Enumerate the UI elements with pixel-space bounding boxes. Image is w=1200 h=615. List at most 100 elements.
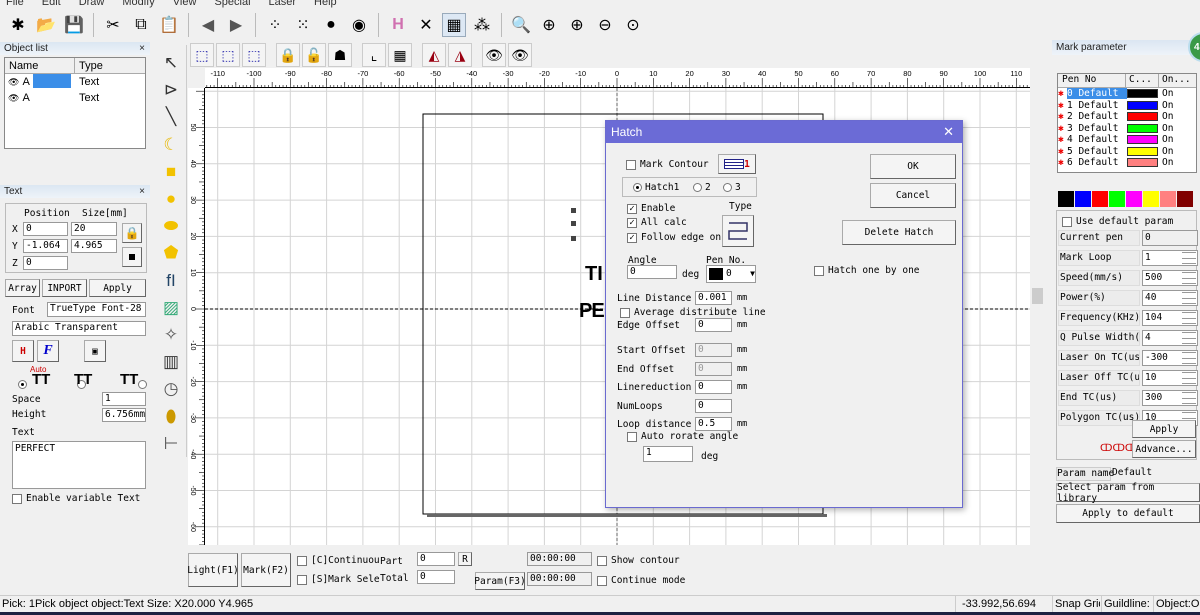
auto-rotate-checkbox[interactable]: Auto rorate angle: [627, 431, 738, 442]
mirror-horizontal-button[interactable]: ◭: [422, 43, 446, 67]
pen-color-button[interactable]: ▦: [388, 43, 412, 67]
group-select-button[interactable]: ⬚: [190, 43, 214, 67]
pen-row[interactable]: ✱ 2 Default On: [1058, 111, 1196, 123]
eye-show-button[interactable]: 👁: [482, 43, 506, 67]
pen-row[interactable]: ✱ 6 Default On: [1058, 157, 1196, 169]
zoom-in-button[interactable]: ⊕: [537, 13, 561, 37]
position-y-input[interactable]: -1.064: [23, 239, 68, 253]
paste-button[interactable]: 📋: [157, 13, 181, 37]
canvas-text-object[interactable]: TI: [585, 263, 603, 286]
font-type-select[interactable]: TrueType Font-28: [47, 302, 146, 317]
line-distance-input[interactable]: 0.001: [695, 291, 732, 305]
line-tool[interactable]: ╲: [159, 105, 183, 129]
close-icon[interactable]: ×: [139, 42, 145, 55]
selection-handle[interactable]: [571, 208, 576, 213]
column-header-name[interactable]: Name: [5, 58, 75, 73]
spacing-width-radio[interactable]: [138, 379, 148, 389]
enable-checkbox[interactable]: ✓ Enable: [627, 203, 675, 214]
q-pulse-width-n-input[interactable]: 4: [1142, 330, 1198, 346]
close-icon[interactable]: ✕: [943, 121, 954, 143]
import-button[interactable]: INPORT: [42, 279, 87, 297]
ellipse-tool[interactable]: ⬬: [159, 214, 183, 238]
column-header-on[interactable]: On...: [1159, 74, 1191, 87]
unlock-all-button[interactable]: ☗: [328, 43, 352, 67]
io-signal-tool[interactable]: ⬮: [159, 405, 183, 429]
edit-node-tool[interactable]: ⊳: [159, 78, 183, 102]
circle-tool[interactable]: ●: [159, 187, 183, 211]
palette-color-swatch[interactable]: [1126, 191, 1142, 207]
spinner-arrows[interactable]: [1182, 332, 1196, 344]
horizontal-scrollbar[interactable]: [205, 545, 1030, 551]
column-header-pen[interactable]: Pen No: [1058, 74, 1126, 87]
hatch3-radio[interactable]: 3: [723, 182, 741, 193]
linereduction-input[interactable]: 0: [695, 380, 732, 394]
coordinate-button[interactable]: ⌞: [362, 43, 386, 67]
font-button[interactable]: F: [37, 340, 59, 362]
pen-on-status[interactable]: On: [1162, 88, 1173, 99]
menu-laser[interactable]: Laser: [269, 0, 297, 8]
menu-edit[interactable]: Edit: [42, 0, 61, 8]
spacing-auto-radio[interactable]: [18, 379, 27, 389]
mirror-vertical-button[interactable]: ◮: [448, 43, 472, 67]
object-row[interactable]: 👁 A Text: [5, 90, 145, 106]
rectangle-tool[interactable]: ■: [159, 160, 183, 184]
power--input[interactable]: 40: [1142, 290, 1198, 306]
edge-offset-input[interactable]: 0: [695, 318, 732, 332]
numloops-input[interactable]: 0: [695, 399, 732, 413]
font-name-select[interactable]: Arabic Transparent: [12, 321, 146, 336]
combine-button[interactable]: ●: [319, 13, 343, 37]
menu-draw[interactable]: Draw: [79, 0, 105, 8]
save-button[interactable]: 💾: [62, 13, 86, 37]
spinner-arrows[interactable]: [1182, 352, 1196, 364]
node-sort-button[interactable]: ⁂: [470, 13, 494, 37]
pen-on-status[interactable]: On: [1162, 123, 1173, 134]
end-tc-us--input[interactable]: 300: [1142, 390, 1198, 406]
show-contour-checkbox[interactable]: Show contour: [597, 555, 680, 566]
close-icon[interactable]: ×: [139, 185, 145, 198]
tools-button[interactable]: ✕: [414, 13, 438, 37]
hatch1-radio[interactable]: Hatch1: [633, 182, 679, 193]
current-pen-input[interactable]: 0: [1142, 230, 1198, 246]
light-button[interactable]: Light(F1): [187, 553, 239, 587]
column-header-type[interactable]: Type: [75, 58, 103, 73]
size-y-input[interactable]: 4.965: [71, 239, 117, 253]
barcode-tool[interactable]: ▥: [159, 350, 183, 374]
apply-to-default-button[interactable]: Apply to default: [1056, 504, 1200, 523]
select-node-button[interactable]: ⁘: [263, 13, 287, 37]
menu-view[interactable]: View: [173, 0, 197, 8]
unlock-button[interactable]: 🔓: [302, 43, 326, 67]
size-x-input[interactable]: 20: [71, 222, 117, 236]
frequency-khz--input[interactable]: 104: [1142, 310, 1198, 326]
pen-select[interactable]: 0 ▼: [706, 265, 756, 283]
uncombine-button[interactable]: ◉: [347, 13, 371, 37]
palette-color-swatch[interactable]: [1092, 191, 1108, 207]
select-arrow-tool[interactable]: ↖: [159, 51, 183, 75]
zoom-in-2-button[interactable]: ⊕: [565, 13, 589, 37]
select-center-button[interactable]: ⬚: [242, 43, 266, 67]
mark-contour-checkbox[interactable]: Mark Contour: [626, 159, 709, 170]
polygon-tool[interactable]: ⬟: [159, 241, 183, 265]
palette-color-swatch[interactable]: [1177, 191, 1193, 207]
spinner-arrows[interactable]: [1182, 372, 1196, 384]
enable-variable-text-checkbox[interactable]: Enable variable Text: [12, 493, 140, 504]
laser-on-tc-us--input[interactable]: -300: [1142, 350, 1198, 366]
laser-off-tc-us-input[interactable]: 10: [1142, 370, 1198, 386]
position-z-input[interactable]: 0: [23, 256, 68, 270]
spinner-arrows[interactable]: [1182, 292, 1196, 304]
menu-help[interactable]: Help: [314, 0, 337, 8]
height-input[interactable]: 6.756mm: [102, 408, 146, 422]
lock-ratio-button[interactable]: 🔒: [122, 223, 142, 243]
reset-button[interactable]: R: [458, 552, 472, 566]
ok-button[interactable]: OK: [870, 154, 956, 179]
zoom-fit-button[interactable]: ⊙: [621, 13, 645, 37]
advance-button[interactable]: Advance...: [1132, 440, 1196, 458]
selection-handle[interactable]: [571, 221, 576, 226]
hatch-one-by-one-checkbox[interactable]: Hatch one by one: [814, 265, 920, 276]
pen-row[interactable]: ✱ 0 Default On: [1058, 88, 1196, 100]
extend-axis-tool[interactable]: ⊢: [159, 432, 183, 456]
menu-modify[interactable]: Modify: [122, 0, 154, 8]
param-button[interactable]: Param(F3): [474, 572, 526, 590]
rotate-angle-input[interactable]: 1: [643, 446, 693, 462]
continue-mode-checkbox[interactable]: Continue mode: [597, 575, 685, 586]
pen-row[interactable]: ✱ 1 Default On: [1058, 100, 1196, 112]
